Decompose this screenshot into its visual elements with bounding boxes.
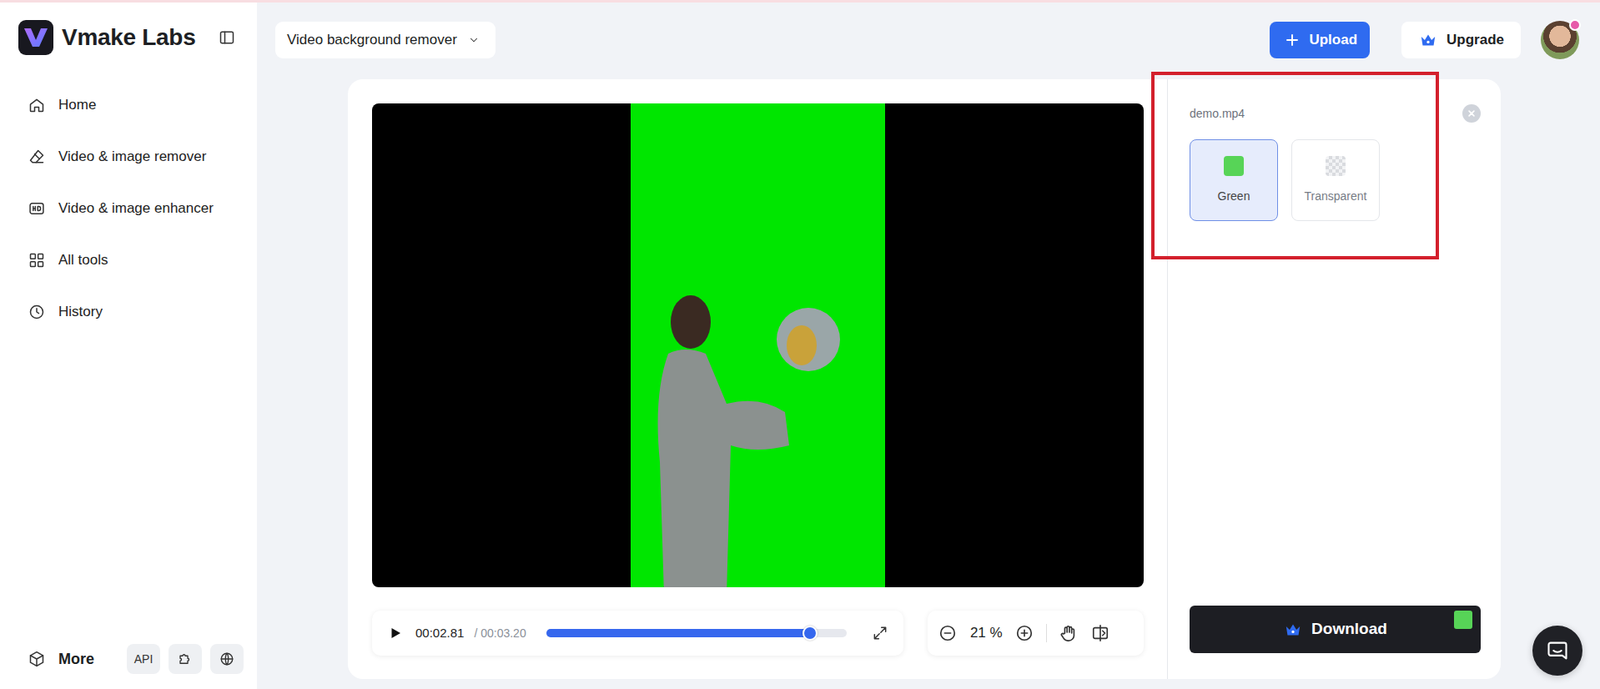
crown-icon: [1283, 619, 1304, 640]
crown-icon: [1418, 30, 1439, 51]
file-row: demo.mp4: [1189, 104, 1481, 123]
current-time: 00:02.81: [415, 623, 464, 644]
player-controls: 00:02.81 / 00:03.20 21 %: [372, 610, 1144, 656]
sidebar-label: Video & image enhancer: [58, 197, 214, 220]
progress-fill: [546, 628, 811, 638]
play-icon[interactable]: [385, 623, 406, 644]
sidebar-toggle-icon[interactable]: [216, 27, 237, 48]
upload-button[interactable]: Upload: [1269, 21, 1370, 59]
more-button[interactable]: More: [26, 648, 119, 671]
options-panel: demo.mp4 Green Transparent Download: [1167, 79, 1501, 680]
playback-bar: 00:02.81 / 00:03.20: [372, 610, 904, 656]
cube-icon: [26, 649, 47, 670]
sidebar-nav: Home Video & image remover Video & image e…: [18, 79, 257, 338]
brand-name[interactable]: Vmake Labs: [61, 20, 209, 56]
zoom-level: 21 %: [969, 622, 1003, 645]
option-label: Transparent: [1304, 187, 1368, 206]
swatch: [1223, 155, 1244, 177]
close-icon[interactable]: [1462, 104, 1481, 123]
sidebar-item[interactable]: Video & image remover: [18, 130, 242, 183]
brand: Vmake Labs: [18, 17, 257, 58]
editor-card: 00:02.81 / 00:03.20 21 % demo.mp4 Green Trans…: [347, 79, 1501, 680]
compare-icon[interactable]: [1090, 623, 1111, 644]
user-avatar[interactable]: [1540, 20, 1580, 60]
background-option[interactable]: Green: [1189, 139, 1278, 222]
zoom-in-icon[interactable]: [1014, 623, 1035, 644]
video-preview: [372, 103, 1144, 588]
video-frame: [630, 103, 886, 588]
download-label: Download: [1311, 617, 1388, 642]
divider: [1046, 623, 1047, 643]
upgrade-button[interactable]: Upgrade: [1401, 21, 1521, 59]
swatch: [1325, 155, 1346, 177]
eraser-icon: [26, 146, 47, 167]
chat-icon[interactable]: [1532, 625, 1583, 676]
main-area: Video background remover Upload Upgrade 00:…: [256, 2, 1600, 689]
sidebar: Vmake Labs Home Video & image remover Video…: [0, 2, 257, 689]
api-button[interactable]: API: [126, 644, 161, 675]
progress-knob[interactable]: [802, 625, 818, 641]
preview-column: 00:02.81 / 00:03.20 21 %: [347, 79, 1168, 680]
top-bar: Video background remover Upload Upgrade: [256, 2, 1592, 77]
sidebar-item[interactable]: History: [18, 286, 242, 338]
zoom-out-icon[interactable]: [937, 623, 958, 644]
extension-icon[interactable]: [168, 644, 202, 675]
sidebar-label: History: [58, 301, 103, 323]
background-options: Green Transparent: [1189, 139, 1481, 222]
logo-icon[interactable]: [18, 20, 54, 56]
tool-dropdown[interactable]: Video background remover: [275, 21, 496, 59]
grid-icon: [26, 250, 47, 271]
sidebar-label: All tools: [58, 249, 109, 272]
progress-track[interactable]: [546, 628, 848, 638]
sidebar-footer: More API: [18, 644, 257, 675]
background-option[interactable]: Transparent: [1291, 139, 1380, 222]
more-label: More: [58, 648, 95, 671]
globe-icon[interactable]: [210, 644, 244, 675]
download-button[interactable]: Download: [1189, 605, 1481, 654]
plus-icon: [1282, 30, 1303, 51]
sidebar-label: Video & image remover: [58, 145, 207, 168]
avatar-badge: [1569, 19, 1581, 31]
zoom-bar: 21 %: [927, 610, 1144, 656]
chevron-down-icon: [463, 30, 484, 51]
upgrade-label: Upgrade: [1446, 29, 1505, 51]
total-time: / 00:03.20: [473, 624, 526, 643]
sidebar-label: Home: [58, 94, 96, 116]
tool-label: Video background remover: [286, 29, 458, 51]
sidebar-item[interactable]: All tools: [18, 234, 242, 287]
hd-icon: [26, 198, 47, 219]
option-label: Green: [1217, 187, 1251, 206]
sidebar-item[interactable]: Video & image enhancer: [18, 182, 242, 235]
clock-icon: [26, 301, 47, 323]
upload-label: Upload: [1308, 29, 1358, 51]
home-icon: [26, 95, 47, 116]
file-name: demo.mp4: [1189, 105, 1245, 123]
hand-icon[interactable]: [1058, 623, 1079, 644]
fullscreen-icon[interactable]: [870, 623, 891, 644]
green-badge: [1454, 610, 1473, 629]
sidebar-item[interactable]: Home: [18, 79, 242, 131]
